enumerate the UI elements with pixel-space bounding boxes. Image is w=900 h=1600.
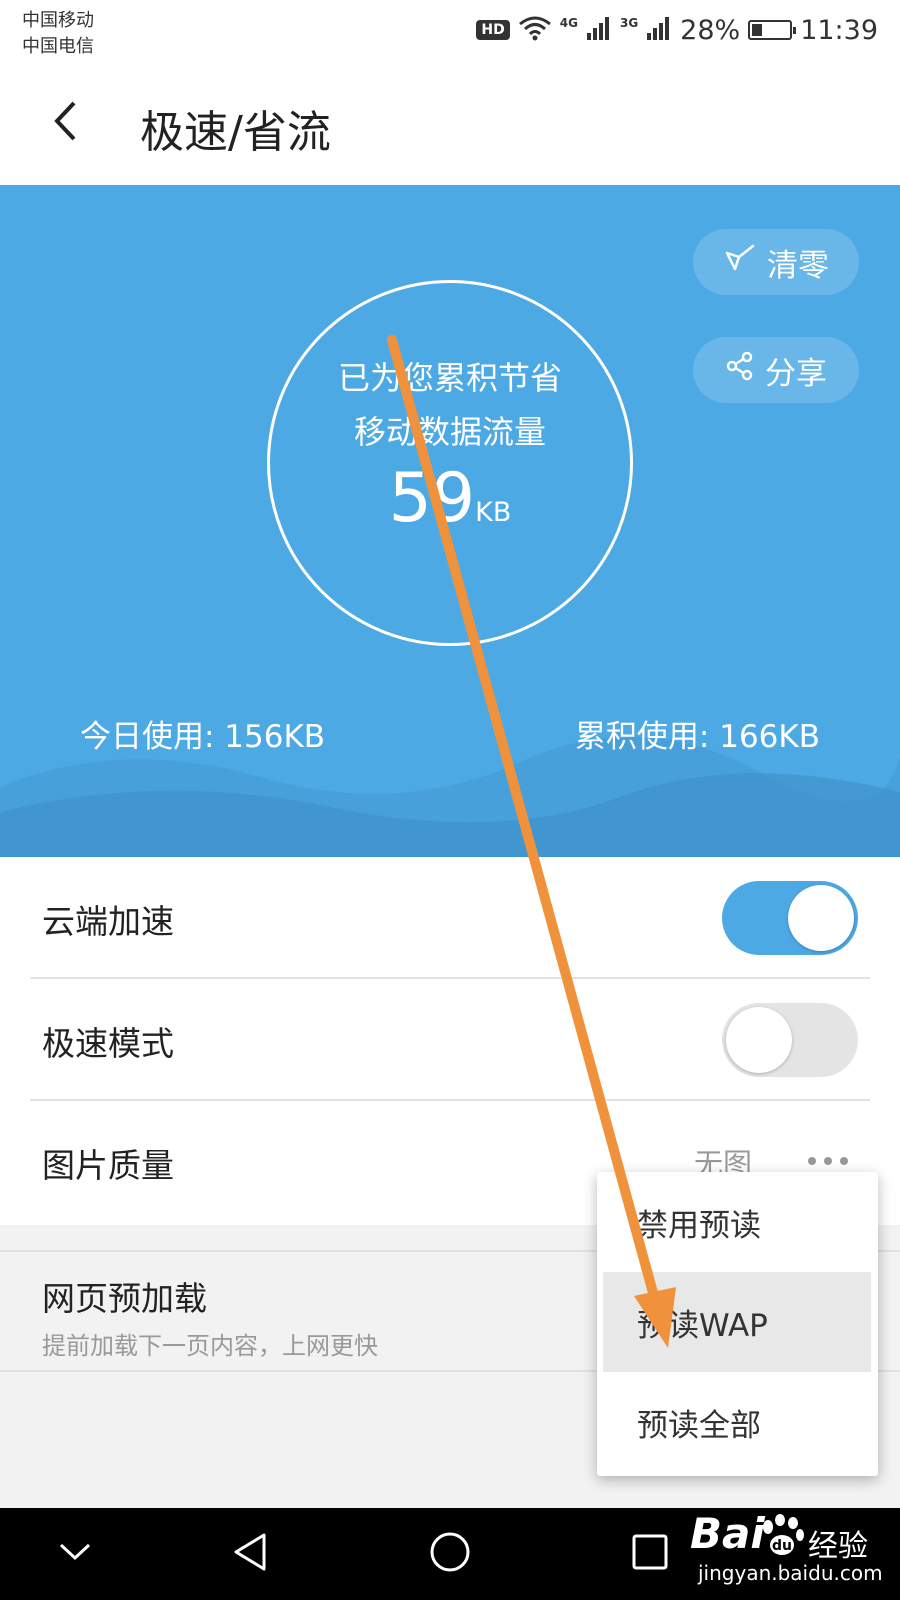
paw-logo-icon: du [758, 1513, 806, 1561]
preload-description: 提前加载下一页内容，上网更快 [42, 1332, 378, 1360]
back-triangle-icon [232, 1532, 268, 1576]
saved-caption-line-1: 已为您累积节省 [337, 359, 562, 397]
hd-badge: HD [476, 20, 510, 40]
settings-list: 云端加速 极速模式 图片质量 无图 [0, 857, 900, 1225]
setting-cloud-acceleration: 云端加速 [30, 857, 870, 977]
network-type-1: 4G [559, 16, 578, 30]
saved-value: 59 [388, 459, 476, 538]
baidu-jingyan-watermark: Bai du 经验 jingyan.baidu.com [680, 1505, 894, 1595]
toggle-knob [788, 885, 854, 951]
signal-icon [586, 15, 612, 45]
setting-turbo-mode: 极速模式 [30, 979, 870, 1099]
saved-unit: KB [475, 497, 512, 528]
nav-recents-button[interactable] [620, 1524, 680, 1584]
saved-amount: 59KB [270, 459, 630, 538]
dropdown-option-disable-preload[interactable]: 禁用预读 [597, 1172, 878, 1272]
recents-square-icon [631, 1533, 669, 1575]
svg-text:du: du [772, 1538, 792, 1554]
status-bar: 中国移动 中国电信 HD 4G 3G 28% 11:39 [0, 0, 900, 60]
watermark-brand-cn: 经验 [808, 1529, 868, 1564]
savings-panel: 清零 分享 已为您累积节省 移动数据流量 59KB 今日使用: 156KB 累积… [0, 185, 900, 857]
battery-percent: 28% [680, 14, 741, 46]
share-button[interactable]: 分享 [693, 337, 859, 403]
preload-dropdown-menu: 禁用预读 预读WAP 预读全部 [597, 1172, 878, 1476]
share-icon [725, 351, 755, 389]
setting-label: 图片质量 [42, 1146, 174, 1185]
share-label: 分享 [765, 355, 827, 392]
carrier-primary: 中国移动 [22, 10, 94, 31]
turbo-mode-toggle[interactable] [722, 1003, 858, 1077]
saved-caption-line-2: 移动数据流量 [353, 413, 546, 451]
network-type-2: 3G [619, 16, 639, 30]
setting-label: 极速模式 [42, 1024, 174, 1063]
page-title: 极速/省流 [140, 107, 331, 158]
home-circle-icon [429, 1531, 471, 1577]
carrier-secondary: 中国电信 [22, 36, 94, 57]
watermark-brand: Bai [690, 1509, 765, 1558]
saved-data-circle: 已为您累积节省 移动数据流量 59KB [267, 280, 633, 646]
cloud-acceleration-toggle[interactable] [722, 881, 858, 955]
title-bar: 极速/省流 [0, 60, 900, 185]
nav-hide-button[interactable] [45, 1524, 105, 1584]
wifi-icon [518, 15, 552, 45]
dropdown-option-preload-all[interactable]: 预读全部 [597, 1372, 878, 1472]
setting-label: 云端加速 [42, 902, 174, 941]
nav-home-button[interactable] [420, 1524, 480, 1584]
chevron-down-icon [58, 1542, 92, 1566]
status-indicators: HD 4G 3G 28% 11:39 [476, 12, 878, 48]
clock: 11:39 [800, 14, 878, 46]
total-usage: 累积使用: 166KB [574, 719, 820, 755]
watermark-url: jingyan.baidu.com [698, 1561, 883, 1585]
clear-label: 清零 [767, 247, 829, 284]
battery-icon [748, 20, 797, 40]
clear-button[interactable]: 清零 [693, 229, 859, 295]
nav-back-button[interactable] [220, 1524, 280, 1584]
preload-title: 网页预加载 [42, 1279, 207, 1318]
back-button[interactable] [30, 88, 100, 158]
broom-icon [723, 243, 757, 281]
toggle-knob [726, 1007, 792, 1073]
chevron-left-icon [52, 100, 78, 146]
today-usage: 今日使用: 156KB [80, 719, 326, 755]
dropdown-option-preload-wap[interactable]: 预读WAP [603, 1272, 871, 1372]
battery-fill [752, 24, 763, 36]
signal-icon [646, 15, 672, 45]
